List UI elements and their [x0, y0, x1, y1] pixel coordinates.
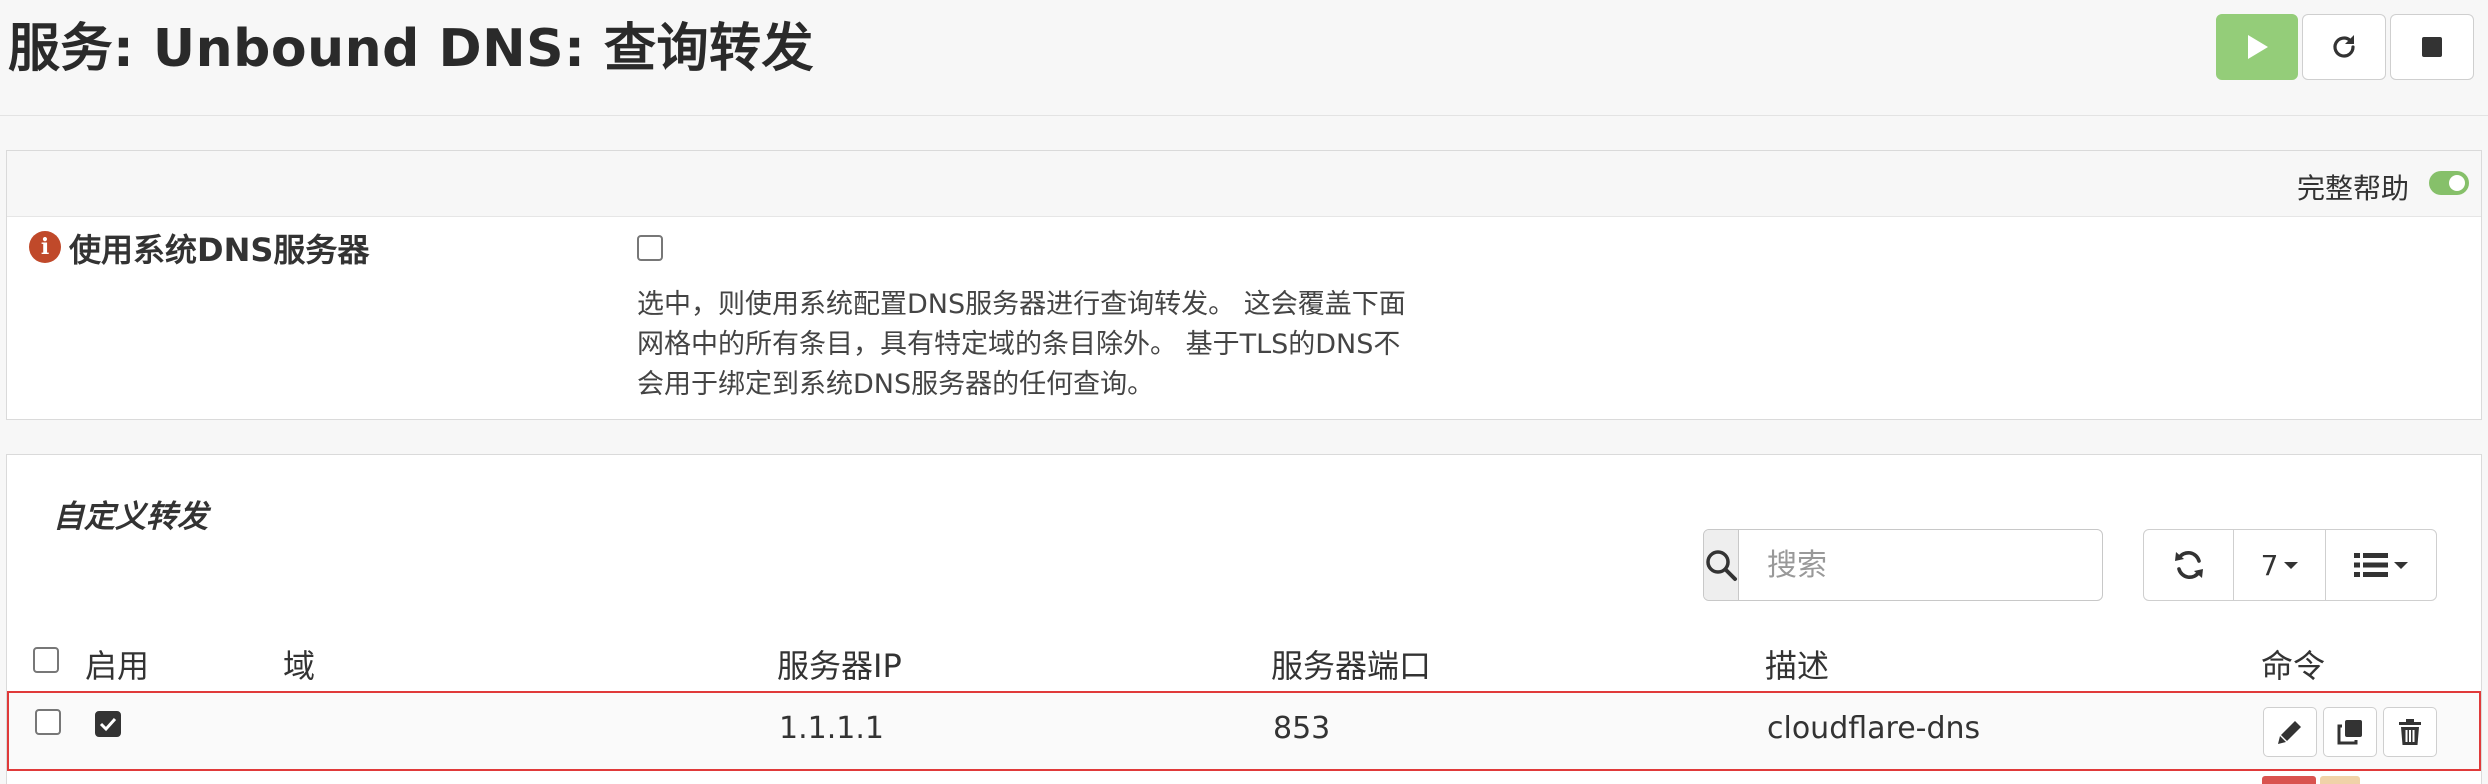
- list-icon: [2354, 553, 2388, 577]
- help-line: 选中，则使用系统配置DNS服务器进行查询转发。 这会覆盖下面: [637, 289, 1406, 320]
- trash-icon: [2399, 719, 2421, 745]
- chevron-down-icon: [2394, 561, 2408, 569]
- table-row[interactable]: 1.1.1.1 853 cloudflare-dns: [7, 691, 2481, 771]
- search-icon: [1706, 550, 1737, 581]
- use-system-dns-label: 使用系统DNS服务器: [69, 231, 370, 269]
- page-size-value: 7: [2260, 548, 2279, 582]
- page-title: 服务: Unbound DNS: 查询转发: [8, 19, 814, 79]
- edit-button[interactable]: [2263, 707, 2317, 757]
- column-header-domain[interactable]: 域: [283, 641, 315, 687]
- refresh-icon: [2174, 551, 2203, 579]
- select-all-checkbox[interactable]: [33, 647, 59, 673]
- help-line: 网格中的所有条目，具有特定域的条目除外。 基于TLS的DNS不: [637, 329, 1401, 360]
- pencil-icon: [2278, 721, 2301, 744]
- add-button[interactable]: [2262, 776, 2316, 784]
- row-description: cloudflare-dns: [1767, 711, 1981, 746]
- grid-refresh-button[interactable]: [2144, 530, 2234, 600]
- refresh-icon: [2333, 35, 2355, 58]
- search-input[interactable]: [1739, 530, 2140, 600]
- search-addon: [1704, 530, 1739, 600]
- general-settings-panel: 完整帮助 i 使用系统DNS服务器 选中，则使用系统配置DNS服务器进行查询转发…: [6, 150, 2482, 420]
- use-system-dns-checkbox[interactable]: [637, 235, 663, 261]
- chevron-down-icon: [2284, 561, 2299, 569]
- full-help-toggle[interactable]: [2429, 171, 2469, 195]
- delete-button[interactable]: [2383, 707, 2437, 757]
- column-header-server-port[interactable]: 服务器端口: [1271, 641, 1431, 687]
- copy-icon: [2337, 720, 2362, 745]
- custom-forwarding-panel: 自定义转发 7: [6, 454, 2482, 784]
- full-help-label: 完整帮助: [2296, 172, 2409, 205]
- row-server-port: 853: [1273, 711, 1331, 746]
- restart-service-button[interactable]: [2302, 14, 2386, 80]
- column-header-server-ip[interactable]: 服务器IP: [777, 641, 902, 687]
- column-header-enabled[interactable]: 启用: [85, 641, 149, 687]
- grid-actions: 7: [2143, 529, 2437, 601]
- column-selector-dropdown[interactable]: [2326, 530, 2436, 600]
- row-server-ip: 1.1.1.1: [779, 711, 884, 746]
- row-enabled-checkbox[interactable]: [95, 711, 121, 737]
- play-icon: [2248, 35, 2268, 59]
- info-icon[interactable]: i: [29, 231, 61, 263]
- help-line: 会用于绑定到系统DNS服务器的任何查询。: [637, 369, 1155, 400]
- check-icon: [99, 717, 117, 732]
- clone-button[interactable]: [2323, 707, 2377, 757]
- column-header-commands: 命令: [2261, 647, 2326, 685]
- start-service-button[interactable]: [2216, 14, 2298, 80]
- help-bar: 完整帮助: [7, 151, 2481, 217]
- delete-selected-button[interactable]: [2320, 776, 2360, 784]
- stop-icon: [2422, 37, 2442, 57]
- stop-service-button[interactable]: [2390, 14, 2474, 80]
- row-select-checkbox[interactable]: [35, 709, 61, 735]
- use-system-dns-help: 选中，则使用系统配置DNS服务器进行查询转发。 这会覆盖下面 网格中的所有条目，…: [637, 285, 1467, 405]
- section-title: 自定义转发: [53, 499, 208, 535]
- column-header-description[interactable]: 描述: [1765, 641, 1829, 687]
- search-box: [1703, 529, 2140, 601]
- page-header: 服务: Unbound DNS: 查询转发: [0, 0, 2488, 116]
- page-size-dropdown[interactable]: 7: [2234, 530, 2326, 600]
